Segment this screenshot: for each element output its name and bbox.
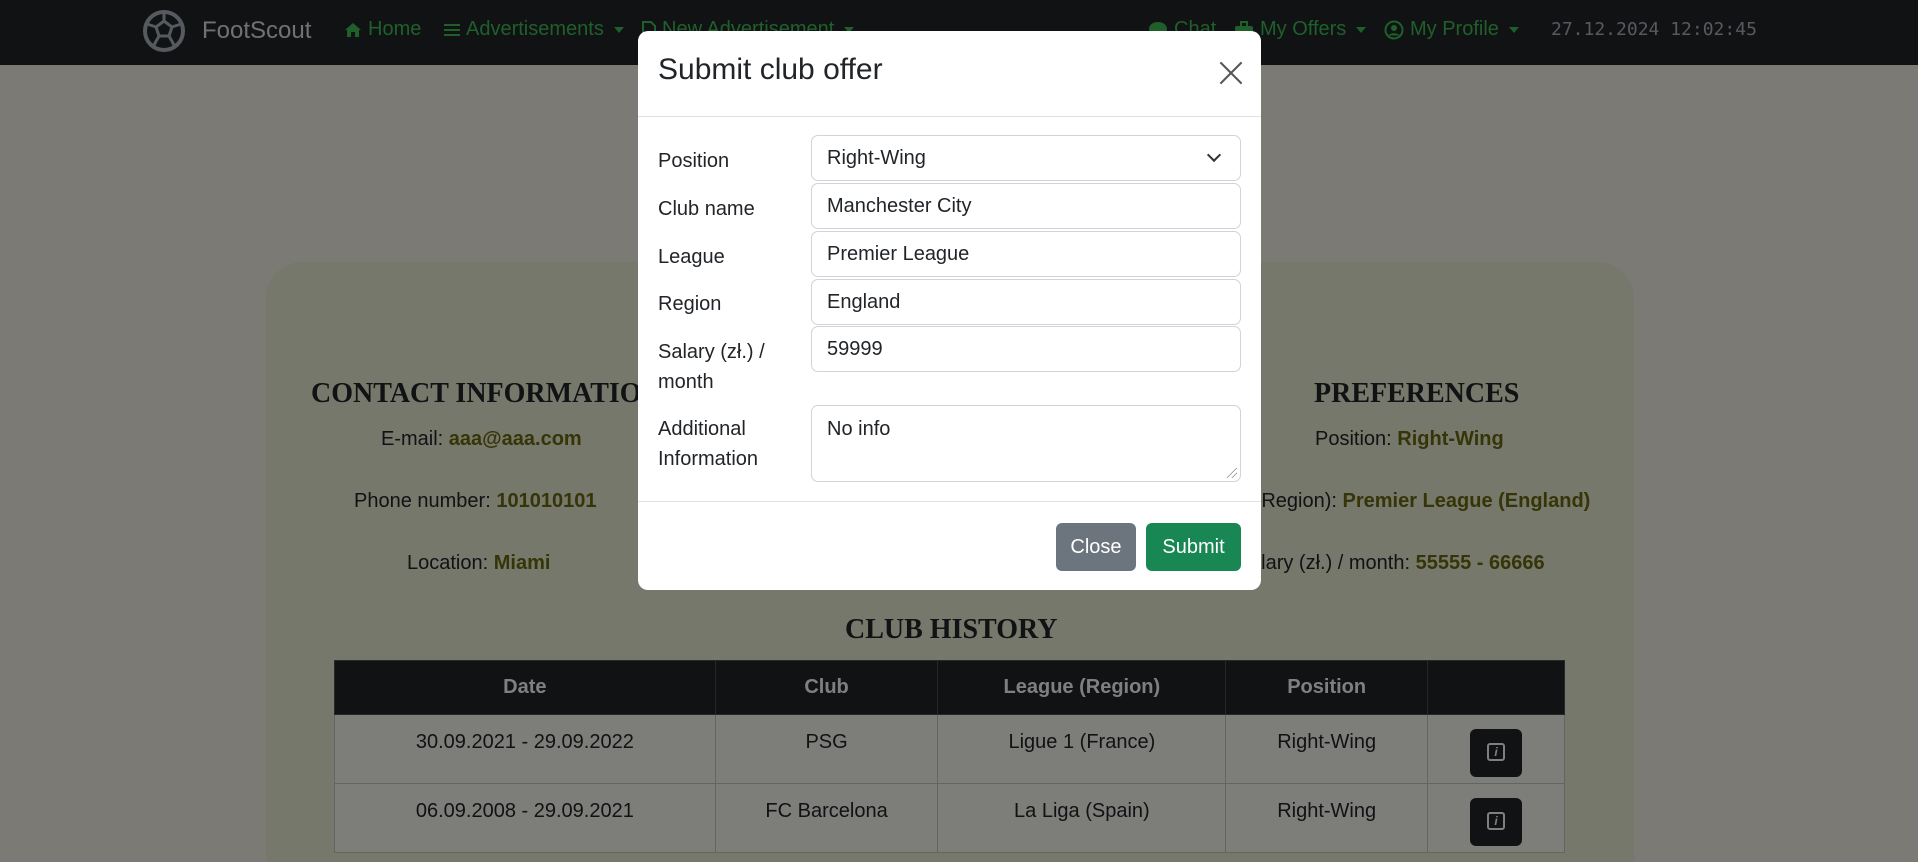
region-input[interactable]: England — [811, 279, 1241, 325]
position-select[interactable]: Right-Wing — [811, 135, 1241, 181]
resize-handle-icon[interactable] — [1227, 468, 1237, 478]
additional-info-label-line2: Information — [658, 448, 759, 470]
club-name-label: Club name — [658, 198, 755, 220]
region-label: Region — [658, 293, 722, 315]
close-icon[interactable] — [1218, 60, 1244, 86]
additional-info-label-line1: Additional — [658, 418, 746, 440]
modal-title: Submit club offer — [658, 53, 883, 86]
club-name-input[interactable]: Manchester City — [811, 183, 1241, 229]
salary-label-line1: Salary (zł.) / — [658, 341, 765, 363]
position-select-value: Right-Wing — [827, 146, 926, 169]
salary-label: Salary (zł.) / month — [658, 337, 765, 397]
close-button[interactable]: Close — [1056, 523, 1136, 571]
league-label: League — [658, 246, 725, 268]
submit-button[interactable]: Submit — [1146, 523, 1241, 571]
salary-label-line2: month — [658, 371, 714, 393]
chevron-down-icon — [1206, 147, 1222, 163]
modal-footer: Close Submit — [638, 501, 1261, 590]
additional-info-textarea[interactable]: No info — [811, 405, 1241, 482]
club-name-value: Manchester City — [827, 194, 972, 217]
additional-info-value: No info — [827, 418, 891, 440]
modal-header: Submit club offer — [638, 31, 1261, 117]
league-input[interactable]: Premier League — [811, 231, 1241, 277]
region-value: England — [827, 290, 901, 313]
salary-input[interactable]: 59999 — [811, 326, 1241, 372]
league-value: Premier League — [827, 242, 970, 265]
position-label: Position — [658, 150, 730, 172]
submit-offer-modal: Submit club offer Position Right-Wing Cl… — [638, 31, 1261, 590]
additional-info-label: Additional Information — [658, 414, 758, 474]
salary-value: 59999 — [827, 337, 883, 360]
